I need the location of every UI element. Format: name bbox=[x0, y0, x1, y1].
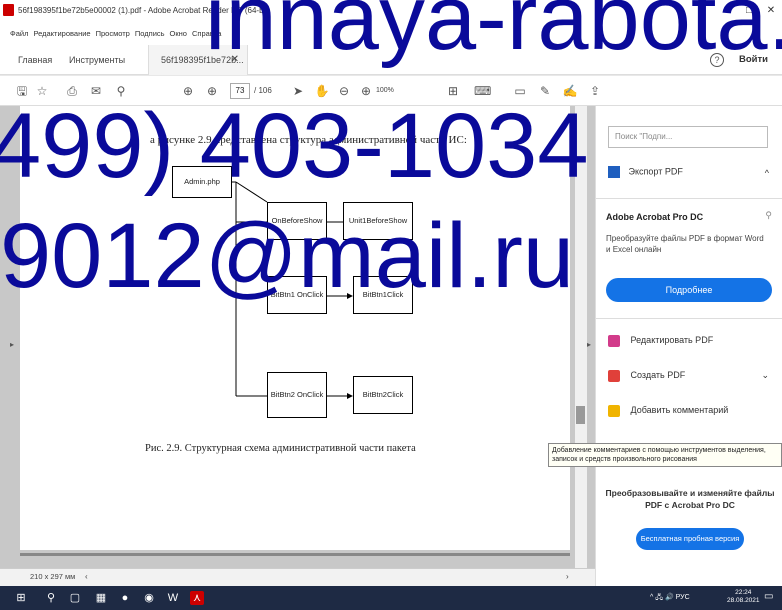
export-pdf-label: Экспорт PDF bbox=[628, 166, 683, 177]
tab-home[interactable]: Главная bbox=[18, 45, 52, 75]
figure-caption: Рис. 2.9. Структурная схема администрати… bbox=[145, 443, 416, 454]
chevron-up-icon[interactable]: ^ bbox=[765, 168, 769, 178]
left-panel-toggle-icon[interactable]: ▸ bbox=[10, 340, 14, 349]
box-bitbtn2-onclick: BitBtn2 OnClick bbox=[267, 372, 327, 418]
task-view-icon[interactable]: ▢ bbox=[68, 591, 82, 605]
search-icon[interactable]: ⚲ bbox=[44, 591, 58, 605]
explorer-icon[interactable]: ▦ bbox=[94, 591, 108, 605]
add-comment-tool[interactable]: Добавить комментарий bbox=[608, 400, 773, 420]
acrobat-app-icon bbox=[3, 4, 14, 16]
share-icon[interactable]: ⇪ bbox=[587, 83, 603, 99]
scroll-right-icon[interactable]: › bbox=[566, 572, 569, 581]
edit-pdf-tool[interactable]: Редактировать PDF bbox=[608, 330, 773, 350]
status-bar: 210 x 297 мм ‹ › bbox=[0, 568, 595, 586]
scroll-left-icon[interactable]: ‹ bbox=[85, 572, 88, 581]
notification-icon[interactable]: ▭ bbox=[764, 591, 773, 602]
menu-window[interactable]: Окно bbox=[170, 29, 187, 38]
start-icon[interactable]: ⊞ bbox=[14, 591, 28, 605]
clock[interactable]: 22:24 28.08.2021 bbox=[727, 589, 760, 605]
acrobat-window: 56f198395f1be72b5e00002 (1).pdf - Adobe … bbox=[0, 0, 782, 610]
divider bbox=[596, 198, 782, 199]
pin-icon[interactable]: ⚲ bbox=[765, 210, 772, 221]
acrobat-taskbar-icon[interactable]: ⋏ bbox=[190, 591, 204, 605]
chrome-icon[interactable]: ◉ bbox=[142, 591, 156, 605]
horizontal-scrollbar[interactable] bbox=[20, 553, 570, 556]
edit-pdf-label: Редактировать PDF bbox=[630, 335, 714, 345]
page-size: 210 x 297 мм bbox=[30, 572, 76, 581]
menu-view[interactable]: Просмотр bbox=[96, 29, 130, 38]
tools-pane: Поиск "Подпи... Экспорт PDF ^ Adobe Acro… bbox=[595, 106, 782, 586]
right-panel-toggle-icon[interactable]: ▸ bbox=[587, 340, 591, 349]
comment-tool-icon bbox=[608, 404, 620, 417]
watermark-line: 499) 403-1034 bbox=[0, 95, 589, 197]
divider bbox=[596, 318, 782, 319]
tools-search-input[interactable]: Поиск "Подпи... bbox=[608, 126, 768, 148]
chevron-down-icon[interactable]: ⌄ bbox=[761, 365, 769, 385]
clock-date: 28.08.2021 bbox=[727, 596, 760, 604]
menu-edit[interactable]: Редактирование bbox=[33, 29, 90, 38]
edit-pdf-icon bbox=[608, 334, 620, 347]
export-pdf-icon bbox=[608, 166, 620, 178]
product-description: Преобразуйте файлы PDF в формат Word и E… bbox=[606, 234, 764, 254]
taskbar: ⊞ ⚲ ▢ ▦ ● ◉ W ⋏ ^ 🖧 🔊 РУС 22:24 28.08.20… bbox=[0, 586, 782, 610]
tab-tools[interactable]: Инструменты bbox=[69, 45, 125, 75]
scrollbar-thumb[interactable] bbox=[576, 406, 585, 424]
free-trial-button[interactable]: Бесплатная пробная версия bbox=[636, 528, 744, 550]
watermark-line: 9012@mail.ru bbox=[0, 205, 575, 307]
create-pdf-tool[interactable]: Создать PDF ⌄ bbox=[608, 365, 773, 385]
watermark-line: innaya-rabota. bbox=[205, 0, 782, 69]
menu-sign[interactable]: Подпись bbox=[135, 29, 165, 38]
browser-icon[interactable]: ● bbox=[118, 591, 132, 605]
clock-time: 22:24 bbox=[735, 589, 752, 596]
create-pdf-icon bbox=[608, 369, 620, 382]
tooltip: Добавление комментариев с помощью инстру… bbox=[548, 443, 782, 467]
promo-text: Преобразовывайте и изменяйте файлы PDF с… bbox=[605, 488, 775, 510]
create-pdf-label: Создать PDF bbox=[630, 370, 686, 380]
box-bitbtn2click: BitBtn2Click bbox=[353, 376, 413, 414]
add-comment-label: Добавить комментарий bbox=[630, 405, 729, 415]
word-icon[interactable]: W bbox=[166, 591, 180, 605]
product-title: Adobe Acrobat Pro DC bbox=[606, 212, 704, 222]
export-pdf-tool[interactable]: Экспорт PDF ^ bbox=[608, 166, 773, 186]
menu-file[interactable]: Файл bbox=[10, 29, 28, 38]
learn-more-button[interactable]: Подробнее bbox=[606, 278, 772, 302]
system-tray[interactable]: ^ 🖧 🔊 РУС bbox=[650, 586, 690, 610]
